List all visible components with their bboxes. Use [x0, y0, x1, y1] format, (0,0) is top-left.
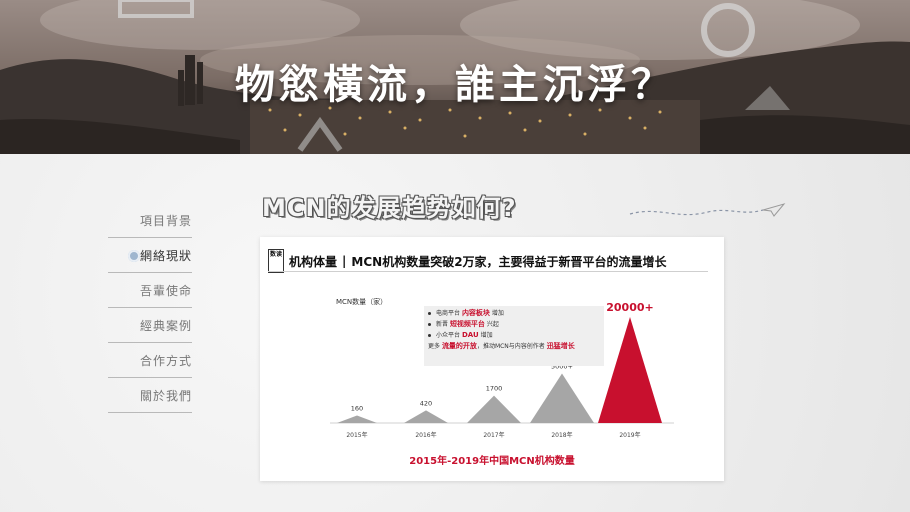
- data-label-4: 20000+: [606, 301, 654, 314]
- note-highlight: DAU: [461, 331, 479, 339]
- area-peak-4: [598, 317, 662, 423]
- nav-item-about-us[interactable]: 關於我們: [108, 378, 192, 413]
- x-tick-label-4: 2019年: [619, 431, 640, 439]
- paper-plane-icon: [629, 203, 786, 217]
- note-highlight: 内容板块: [461, 309, 490, 317]
- note-row: 小众平台 DAU 增加: [428, 330, 600, 341]
- note-highlight: 短视频平台: [449, 320, 485, 328]
- data-label-2: 1700: [486, 385, 503, 393]
- bullet-icon: [428, 312, 431, 315]
- nav-item-label: 關於我們: [139, 388, 192, 403]
- active-bullet-icon: [128, 250, 140, 262]
- section-title: MCN的发展趋势如何?: [262, 194, 517, 222]
- data-label-0: 160: [351, 405, 363, 413]
- bullet-icon: [428, 334, 431, 337]
- data-label-1: 420: [420, 399, 432, 407]
- note-text: 新晋: [436, 321, 449, 328]
- note-text: 兴起: [486, 321, 499, 328]
- note-text: ，推动MCN与内容创作者: [476, 343, 545, 350]
- y-axis-label: MCN数量（家）: [336, 297, 387, 306]
- note-row: 新晋 短视频平台 兴起: [428, 319, 600, 330]
- chart-card: 数读 机构体量 | MCN机构数量突破2万家，主要得益于新晋平台的流量增长 MC…: [260, 237, 724, 481]
- x-tick-label-2: 2017年: [483, 431, 504, 439]
- note-text: 小众平台: [436, 332, 461, 339]
- x-tick-label-0: 2015年: [346, 431, 367, 439]
- nav-item-mission[interactable]: 吾輩使命: [108, 273, 192, 308]
- nav-item-cases[interactable]: 經典案例: [108, 308, 192, 343]
- nav-item-label: 項目背景: [139, 213, 192, 228]
- nav-item-network-status[interactable]: 網絡現狀: [108, 238, 192, 273]
- note-text: 更多: [428, 343, 441, 350]
- note-highlight: 流量的开放: [441, 342, 477, 350]
- growth-notes-box: 电商平台 内容板块 增加 新晋 短视频平台 兴起 小众平台 DAU 增加 更多 …: [424, 306, 604, 366]
- hero-banner: 物慾橫流，誰主沉浮？: [0, 0, 910, 154]
- nav-item-cooperation[interactable]: 合作方式: [108, 343, 192, 378]
- side-nav: 項目背景 網絡現狀 吾輩使命 經典案例 合作方式 關於我們: [108, 203, 192, 413]
- chart-caption: 2015年-2019年中国MCN机构数量: [409, 456, 575, 467]
- note-text: 电商平台: [436, 310, 461, 317]
- area-peak-3: [530, 373, 594, 423]
- x-tick-label-3: 2018年: [551, 431, 572, 439]
- nav-item-label: 經典案例: [139, 318, 192, 333]
- area-peak-1: [404, 410, 448, 423]
- nav-item-label: 網絡現狀: [139, 248, 192, 263]
- bullet-icon: [428, 323, 431, 326]
- note-row: 更多 流量的开放 ，推动MCN与内容创作者 迅猛增长: [428, 341, 600, 352]
- nav-item-label: 吾輩使命: [139, 283, 192, 298]
- nav-item-project-background[interactable]: 項目背景: [108, 203, 192, 238]
- note-row: 电商平台 内容板块 增加: [428, 308, 600, 319]
- note-highlight: 迅猛增长: [546, 342, 575, 350]
- area-peak-2: [467, 395, 521, 423]
- hero-title: 物慾橫流，誰主沉浮？: [235, 62, 675, 108]
- note-text: 增加: [480, 332, 493, 339]
- nav-item-label: 合作方式: [139, 353, 192, 368]
- x-tick-label-1: 2016年: [415, 431, 436, 439]
- note-text: 增加: [491, 310, 504, 317]
- area-peak-0: [337, 415, 377, 423]
